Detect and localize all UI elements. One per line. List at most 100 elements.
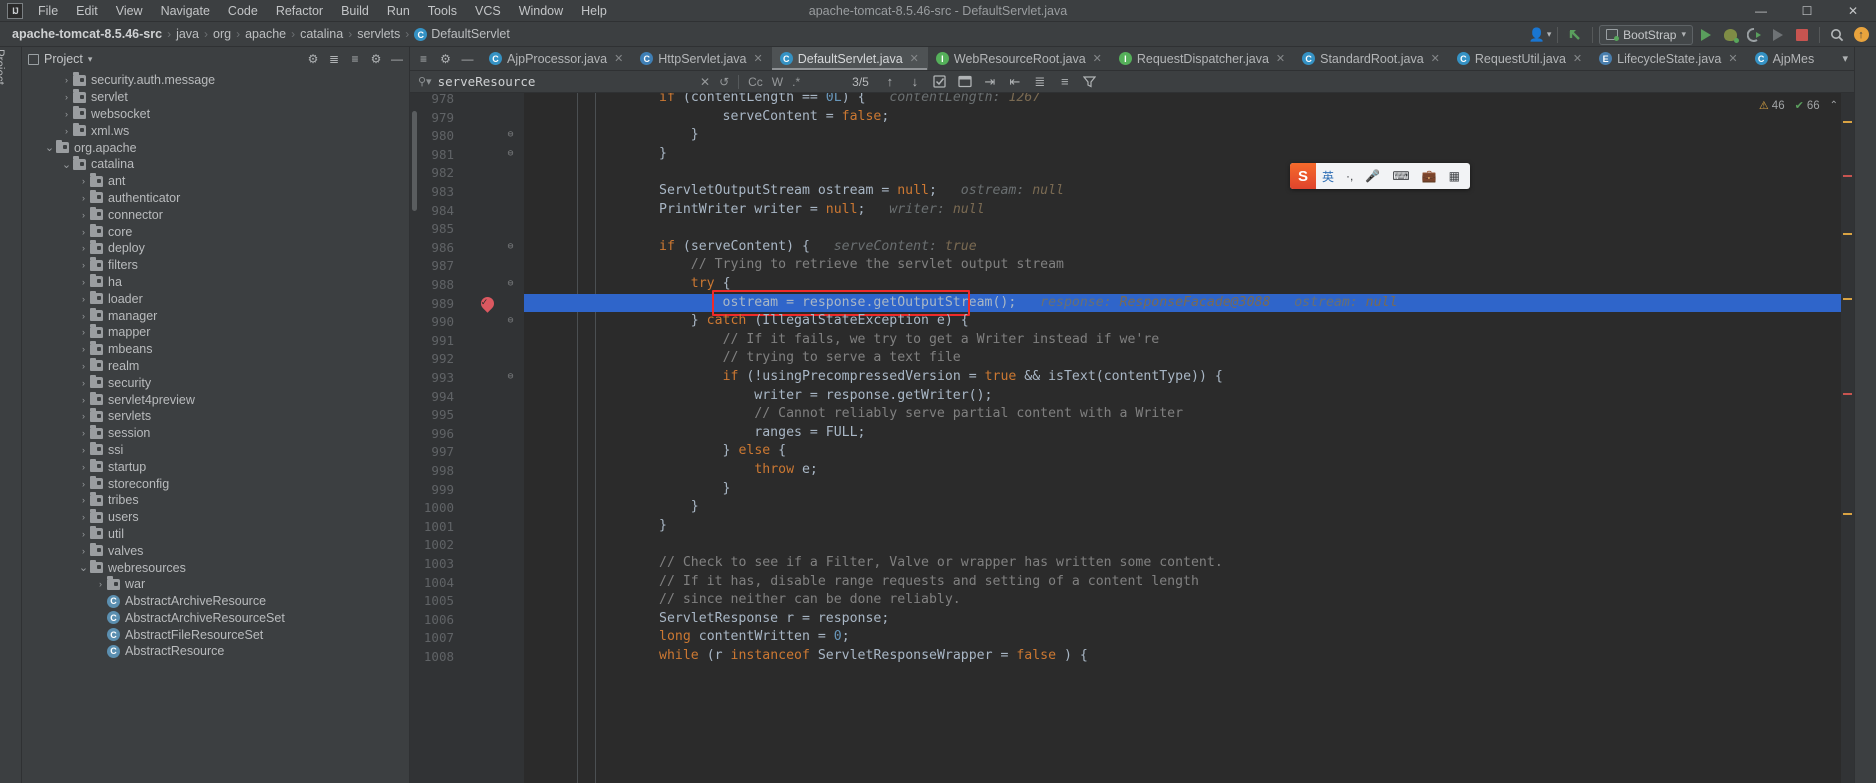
chevron-right-icon[interactable]: › (77, 193, 90, 203)
editor-tab[interactable]: C StandardRoot.java ✕ (1294, 47, 1449, 70)
breakpoint-icon[interactable] (478, 293, 497, 313)
chevron-right-icon[interactable]: › (77, 277, 90, 287)
editor-tab[interactable]: I WebResourceRoot.java ✕ (928, 47, 1111, 70)
chevron-right-icon[interactable]: › (77, 361, 90, 371)
fold-toggle-icon[interactable]: ⊖ (505, 241, 516, 252)
chevron-right-icon[interactable]: › (77, 176, 90, 186)
close-tab-icon[interactable]: ✕ (910, 52, 919, 65)
chevron-right-icon[interactable]: › (77, 529, 90, 539)
chevron-right-icon[interactable]: › (77, 411, 90, 421)
editor-tab[interactable]: C DefaultServlet.java ✕ (771, 47, 928, 70)
tree-item[interactable]: › session (22, 425, 409, 442)
find-history-button[interactable]: ↺ (719, 75, 729, 89)
find-clear-button[interactable]: ✕ (700, 75, 710, 89)
tree-item[interactable]: › security.auth.message (22, 72, 409, 89)
tree-item[interactable]: › manager (22, 307, 409, 324)
inspection-mark[interactable] (1843, 393, 1852, 395)
chevron-right-icon[interactable]: › (77, 344, 90, 354)
collapse-icon[interactable]: ≡ (413, 48, 434, 70)
tree-item[interactable]: › storeconfig (22, 475, 409, 492)
inspection-mark[interactable] (1843, 175, 1852, 177)
code-line[interactable]: serveContent = false; (524, 108, 1841, 127)
tree-item[interactable]: › tribes (22, 492, 409, 509)
chevron-right-icon[interactable]: › (77, 227, 90, 237)
hide-icon[interactable]: — (387, 49, 407, 69)
code-line[interactable]: ServletOutputStream ostream = null; ostr… (524, 182, 1841, 201)
tree-item[interactable]: › mapper (22, 324, 409, 341)
fold-toggle-icon[interactable]: ⊖ (505, 315, 516, 326)
gear-icon[interactable]: ⚙ (435, 48, 456, 70)
chevron-right-icon[interactable]: › (77, 512, 90, 522)
maximize-button[interactable]: ☐ (1784, 0, 1830, 22)
menu-window[interactable]: Window (510, 2, 572, 20)
chevron-right-icon[interactable]: › (77, 243, 90, 253)
chevron-right-icon[interactable]: › (77, 546, 90, 556)
editor-tab[interactable]: C HttpServlet.java ✕ (632, 47, 771, 70)
tree-item[interactable]: ⌄ org.apache (22, 139, 409, 156)
tree-item[interactable]: › util (22, 525, 409, 543)
run-with-coverage-button[interactable] (1743, 24, 1765, 45)
find-regex-toggle[interactable]: .* (792, 75, 800, 89)
chevron-up-icon[interactable]: ⌃ (1830, 100, 1838, 111)
breadcrumb-project[interactable]: apache-tomcat-8.5.46-src (8, 27, 166, 41)
code-line[interactable]: // Cannot reliably serve partial content… (524, 405, 1841, 424)
code-line[interactable]: // If it has, disable range requests and… (524, 573, 1841, 592)
find-scope-button[interactable]: ≣ (1029, 72, 1051, 92)
breadcrumb-java[interactable]: java (172, 27, 203, 41)
find-in-selection-button[interactable]: ⇥ (979, 72, 1001, 92)
menu-tools[interactable]: Tools (419, 2, 466, 20)
menu-run[interactable]: Run (378, 2, 419, 20)
ime-floating-toolbar[interactable]: S 英 ·, 🎤 ⌨ 💼 ▦ (1290, 163, 1470, 189)
debug-button[interactable] (1719, 24, 1741, 45)
chevron-right-icon[interactable]: › (77, 495, 90, 505)
fold-toggle-icon[interactable]: ⊖ (505, 148, 516, 159)
menu-vcs[interactable]: VCS (466, 2, 510, 20)
tree-item[interactable]: › realm (22, 357, 409, 375)
chevron-right-icon[interactable]: › (77, 260, 90, 270)
menu-file[interactable]: File (29, 2, 67, 20)
code-editor[interactable]: 978 979 980 ⊖ 981 ⊖ 982 983 984 985 986 ⊖ 987 988 ⊖ 989… (410, 91, 1854, 783)
tree-item[interactable]: › loader (22, 290, 409, 307)
breadcrumb-catalina[interactable]: catalina (296, 27, 347, 41)
chevron-down-icon[interactable]: ⌄ (43, 141, 56, 154)
tree-item[interactable]: › ant (22, 173, 409, 190)
vcs-update-icon[interactable] (1564, 24, 1586, 45)
code-line[interactable]: writer = response.getWriter(); (524, 387, 1841, 406)
code-line[interactable]: // trying to serve a text file (524, 349, 1841, 368)
code-line[interactable]: // Check to see if a Filter, Valve or wr… (524, 554, 1841, 573)
chevron-right-icon[interactable]: › (60, 109, 73, 119)
tree-item[interactable]: › ssi (22, 441, 409, 459)
breadcrumb-servlets[interactable]: servlets (353, 27, 404, 41)
chevron-down-icon[interactable]: ⌄ (77, 561, 90, 574)
ime-punctuation-toggle[interactable]: ·, (1340, 169, 1359, 183)
expand-all-icon[interactable]: ≣ (324, 49, 344, 69)
code-line[interactable]: // Trying to retrieve the servlet output… (524, 256, 1841, 275)
menu-refactor[interactable]: Refactor (267, 2, 332, 20)
code-line[interactable]: long contentWritten = 0; (524, 628, 1841, 647)
code-line[interactable]: } (524, 498, 1841, 517)
tree-item[interactable]: › ha (22, 273, 409, 291)
tree-item[interactable]: ⌄ catalina (22, 156, 409, 173)
chevron-right-icon[interactable]: › (60, 75, 73, 85)
project-tree[interactable]: › security.auth.message › servlet › websocket… (22, 71, 409, 783)
close-tab-icon[interactable]: ✕ (1573, 52, 1582, 65)
find-filter-icon[interactable] (1079, 72, 1101, 92)
project-panel-title[interactable]: Project ▾ (22, 52, 92, 66)
code-line[interactable]: } else { (524, 442, 1841, 461)
close-button[interactable]: ✕ (1830, 0, 1876, 22)
tree-item[interactable]: C AbstractFileResourceSet (22, 626, 409, 643)
chevron-right-icon[interactable]: › (77, 395, 90, 405)
minimize-button[interactable]: — (1738, 0, 1784, 22)
tree-item[interactable]: › connector (22, 206, 409, 223)
locate-icon[interactable]: ≡ (345, 49, 365, 69)
editor-tab[interactable]: E LifecycleState.java ✕ (1591, 47, 1746, 70)
menu-navigate[interactable]: Navigate (152, 2, 219, 20)
editor-tab[interactable]: C RequestUtil.java ✕ (1449, 47, 1591, 70)
ime-language-toggle[interactable]: 英 (1316, 168, 1340, 185)
menu-edit[interactable]: Edit (67, 2, 107, 20)
find-preserve-case-button[interactable]: ⇤ (1004, 72, 1026, 92)
hide-icon[interactable]: — (457, 48, 478, 70)
tree-item[interactable]: › users (22, 509, 409, 526)
tree-item[interactable]: › authenticator (22, 189, 409, 207)
tabs-overflow-button[interactable]: ▾ (1836, 47, 1854, 70)
